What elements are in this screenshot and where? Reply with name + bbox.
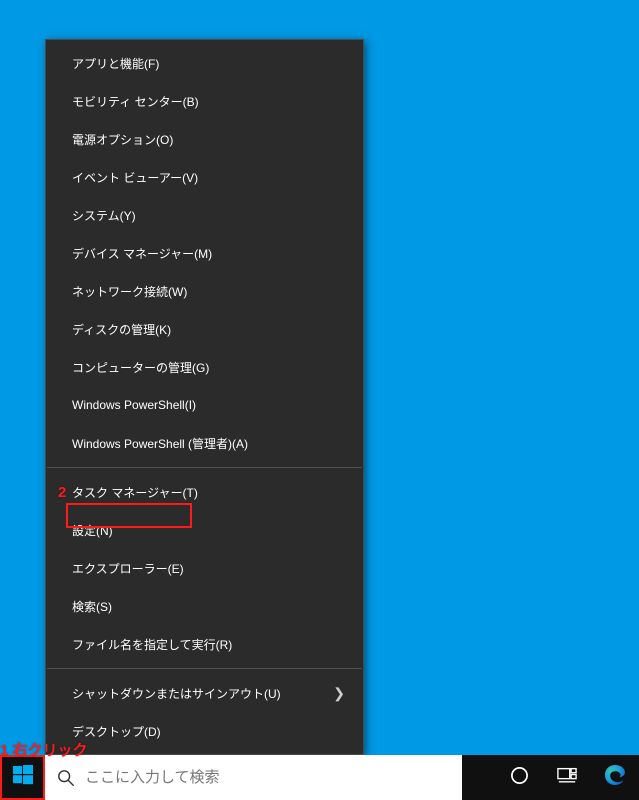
menu-item-label: モビリティ センター(B): [72, 93, 345, 110]
menu-item-label: ネットワーク接続(W): [72, 283, 345, 300]
menu-item-disk-management[interactable]: ディスクの管理(K): [46, 310, 363, 348]
menu-item-explorer[interactable]: エクスプローラー(E): [46, 549, 363, 587]
menu-separator: [47, 467, 362, 468]
menu-item-mobility-center[interactable]: モビリティ センター(B): [46, 82, 363, 120]
menu-separator: [47, 668, 362, 669]
menu-item-computer-management[interactable]: コンピューターの管理(G): [46, 348, 363, 386]
menu-item-powershell-admin[interactable]: Windows PowerShell (管理者)(A): [46, 424, 363, 462]
menu-group-1: アプリと機能(F) モビリティ センター(B) 電源オプション(O) イベント …: [46, 40, 363, 466]
menu-item-label: タスク マネージャー(T): [72, 484, 345, 501]
menu-item-power-options[interactable]: 電源オプション(O): [46, 120, 363, 158]
menu-item-label: イベント ビューアー(V): [72, 169, 345, 186]
menu-item-device-manager[interactable]: デバイス マネージャー(M): [46, 234, 363, 272]
menu-item-label: ファイル名を指定して実行(R): [72, 636, 345, 653]
menu-item-system[interactable]: システム(Y): [46, 196, 363, 234]
menu-item-label: 設定(N): [72, 522, 345, 539]
windows-logo-icon: [13, 765, 33, 790]
menu-item-label: エクスプローラー(E): [72, 560, 345, 577]
taskbar: [0, 755, 639, 800]
menu-item-label: コンピューターの管理(G): [72, 359, 345, 376]
menu-item-label: ディスクの管理(K): [72, 321, 345, 338]
menu-item-apps-and-features[interactable]: アプリと機能(F): [46, 44, 363, 82]
menu-item-label: Windows PowerShell(I): [72, 398, 345, 412]
menu-item-label: デバイス マネージャー(M): [72, 245, 345, 262]
cortana-button[interactable]: [495, 755, 543, 800]
menu-item-label: デスクトップ(D): [72, 723, 345, 740]
menu-item-label: Windows PowerShell (管理者)(A): [72, 435, 345, 452]
taskbar-spacer: [462, 755, 495, 800]
menu-item-search[interactable]: 検索(S): [46, 587, 363, 625]
menu-item-label: 検索(S): [72, 598, 345, 615]
menu-group-2: タスク マネージャー(T) 設定(N) エクスプローラー(E) 検索(S) ファ…: [46, 469, 363, 667]
cortana-icon: [510, 766, 529, 790]
desktop[interactable]: アプリと機能(F) モビリティ センター(B) 電源オプション(O) イベント …: [0, 0, 639, 800]
task-view-icon: [557, 765, 577, 790]
menu-item-label: 電源オプション(O): [72, 131, 345, 148]
annotation-number-2: 2: [58, 484, 66, 501]
annotation-label-1: 1 右クリック: [0, 739, 88, 760]
menu-item-settings[interactable]: 設定(N): [46, 511, 363, 549]
winx-context-menu: アプリと機能(F) モビリティ センター(B) 電源オプション(O) イベント …: [45, 39, 364, 755]
taskbar-search[interactable]: [45, 755, 462, 800]
menu-item-network-connections[interactable]: ネットワーク接続(W): [46, 272, 363, 310]
menu-item-run[interactable]: ファイル名を指定して実行(R): [46, 625, 363, 663]
menu-item-label: シャットダウンまたはサインアウト(U): [72, 685, 325, 702]
search-icon: [57, 769, 75, 787]
menu-item-desktop[interactable]: デスクトップ(D): [46, 712, 363, 750]
menu-group-3: シャットダウンまたはサインアウト(U) ❯ デスクトップ(D): [46, 670, 363, 754]
start-button[interactable]: [0, 755, 45, 800]
menu-item-powershell[interactable]: Windows PowerShell(I): [46, 386, 363, 424]
menu-item-task-manager[interactable]: タスク マネージャー(T): [46, 473, 363, 511]
menu-item-event-viewer[interactable]: イベント ビューアー(V): [46, 158, 363, 196]
chevron-right-icon: ❯: [333, 685, 345, 702]
menu-item-label: アプリと機能(F): [72, 55, 345, 72]
menu-item-shutdown-signout[interactable]: シャットダウンまたはサインアウト(U) ❯: [46, 674, 363, 712]
menu-item-label: システム(Y): [72, 207, 345, 224]
search-input[interactable]: [85, 769, 450, 786]
task-view-button[interactable]: [543, 755, 591, 800]
edge-icon: [604, 764, 626, 791]
edge-button[interactable]: [591, 755, 639, 800]
